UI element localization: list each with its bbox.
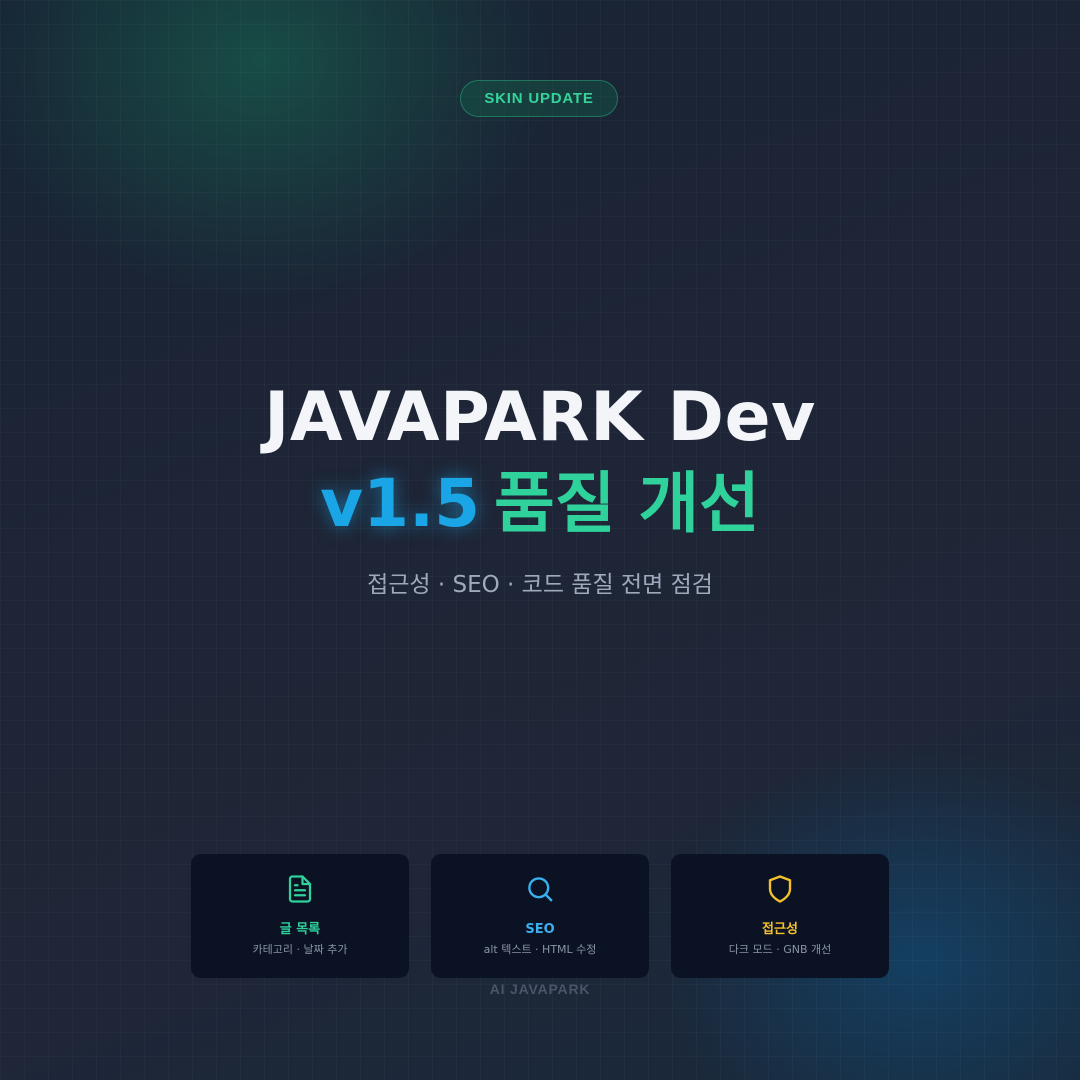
shield-icon <box>768 875 792 903</box>
card-title: 글 목록 <box>279 922 321 937</box>
hero-tagline: 접근성 · SEO · 코드 품질 전면 점검 <box>367 572 713 598</box>
feature-card-seo: SEO alt 텍스트 · HTML 수정 <box>431 854 649 978</box>
badge-label: SKIN UPDATE <box>484 90 594 107</box>
headline-label: 품질 개선 <box>494 465 760 542</box>
version-label: v1.5 <box>320 465 481 542</box>
hero-title: JAVAPARK Dev <box>264 378 816 457</box>
search-icon <box>528 877 553 902</box>
feature-card-post-list: 글 목록 카테고리 · 날짜 추가 <box>191 854 409 978</box>
card-description: 다크 모드 · GNB 개선 <box>728 943 832 956</box>
footer-brand: AI JAVAPARK <box>489 981 591 997</box>
card-title: SEO <box>525 922 555 937</box>
hero-subtitle: v1.5 품질 개선 <box>0 462 1080 546</box>
skin-update-badge: SKIN UPDATE <box>460 80 618 117</box>
card-description: 카테고리 · 날짜 추가 <box>252 943 348 956</box>
card-description: alt 텍스트 · HTML 수정 <box>483 943 597 956</box>
card-title: 접근성 <box>762 922 798 937</box>
feature-card-accessibility: 접근성 다크 모드 · GNB 개선 <box>671 854 889 978</box>
document-icon <box>288 875 312 903</box>
